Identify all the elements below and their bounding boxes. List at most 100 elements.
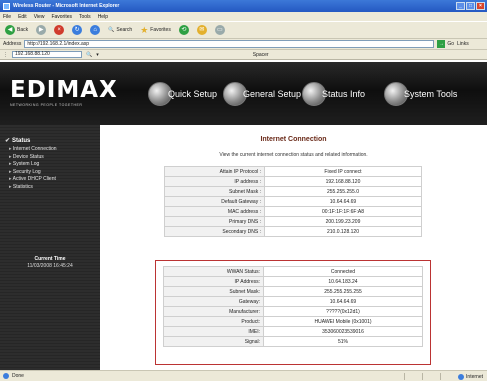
back-arrow-icon: ◀ bbox=[5, 25, 15, 35]
table-key: Secondary DNS : bbox=[164, 226, 265, 237]
table-row: IP address :192.168.88.120 bbox=[164, 176, 422, 187]
page-title: Internet Connection bbox=[260, 136, 327, 143]
go-button[interactable]: → Go bbox=[437, 40, 454, 48]
sidebar-item-active-dhcp-client[interactable]: Active DHCP Client bbox=[9, 176, 57, 184]
toolbar-grip-icon: ⋮ bbox=[3, 51, 8, 58]
nav-system-tools[interactable]: System Tools bbox=[384, 82, 457, 106]
sidebar-item-device-status[interactable]: Device Status bbox=[9, 154, 57, 162]
nav-quick-setup-label: Quick Setup bbox=[168, 89, 218, 99]
main-content: Internet Connection View the current int… bbox=[100, 125, 487, 370]
table-key: MAC address : bbox=[164, 206, 265, 217]
sidebar-title[interactable]: ✔ Status bbox=[5, 137, 30, 144]
status-zone: Internet bbox=[404, 373, 483, 380]
wwan-info-table: WWAN Status: Connected IP Address: 10.64.1… bbox=[163, 266, 423, 347]
mail-button[interactable]: ✉ bbox=[195, 23, 209, 37]
status-segment bbox=[404, 373, 420, 380]
sidebar-item-security-log[interactable]: Security Log bbox=[9, 169, 57, 177]
status-segment bbox=[440, 373, 456, 380]
table-value: ?????(0x12d1) bbox=[263, 306, 423, 317]
menu-file[interactable]: File bbox=[3, 14, 11, 20]
table-key: Subnet Mask : bbox=[164, 186, 265, 197]
toolbar-search-icon[interactable]: 🔍 bbox=[86, 52, 92, 58]
search-icon: 🔍 bbox=[108, 27, 115, 33]
sidebar-item-system-log[interactable]: System Log bbox=[9, 161, 57, 169]
menu-tools[interactable]: Tools bbox=[79, 14, 91, 20]
menu-edit[interactable]: Edit bbox=[18, 14, 27, 20]
window-controls: _ □ × bbox=[456, 2, 485, 10]
window-title: Wireless Router - Microsoft Internet Exp… bbox=[13, 3, 120, 9]
go-arrow-icon: → bbox=[437, 40, 446, 48]
current-time-label: Current Time bbox=[34, 256, 66, 262]
table-row: IMEI: 353060023539016 bbox=[163, 326, 423, 337]
menu-view[interactable]: View bbox=[34, 14, 45, 20]
table-row: Manufacturer: ?????(0x12d1) bbox=[163, 306, 423, 317]
home-button[interactable]: ⌂ bbox=[88, 23, 102, 37]
table-value: 51% bbox=[263, 336, 423, 347]
toolbar-options-icon[interactable]: ▾ bbox=[96, 52, 99, 58]
sidebar-item-statistics[interactable]: Statistics bbox=[9, 184, 57, 192]
nav-quick-setup[interactable]: Quick Setup bbox=[148, 82, 217, 106]
edimax-logo: EDIMAX bbox=[10, 77, 118, 103]
toolbar-spacer-label[interactable]: Spacer bbox=[253, 52, 269, 58]
current-time-value: 11/03/2008 16:45:24 bbox=[27, 263, 73, 269]
table-row: WWAN Status: Connected bbox=[163, 266, 423, 277]
table-key: Attain IP Protocol : bbox=[164, 166, 265, 177]
favorites-button[interactable]: ★ Favorites bbox=[138, 23, 173, 37]
stop-icon: × bbox=[54, 25, 65, 35]
address-bar: Address http://192.168.2.1/index.asp → G… bbox=[0, 39, 487, 50]
links-toolbar: ⋮ 192.168.88.120 🔍 ▾ Spacer bbox=[0, 50, 487, 60]
table-key: Manufacturer: bbox=[163, 306, 264, 317]
window-titlebar: Wireless Router - Microsoft Internet Exp… bbox=[0, 0, 487, 12]
nav-status-info[interactable]: Status Info bbox=[302, 82, 365, 106]
table-value: 353060023539016 bbox=[263, 326, 423, 337]
minimize-button[interactable]: _ bbox=[456, 2, 465, 10]
table-row: Primary DNS :200.199.23.209 bbox=[164, 216, 422, 227]
nav-general-setup-label: General Setup bbox=[243, 89, 302, 99]
star-icon: ★ bbox=[140, 24, 149, 35]
sidebar-item-internet-connection[interactable]: Internet Connection bbox=[9, 146, 57, 154]
sidebar: ✔Status Internet Connection Device Statu… bbox=[0, 125, 100, 370]
search-label: Search bbox=[116, 27, 133, 33]
router-page: EDIMAX NETWORKING PEOPLE TOGETHER Quick … bbox=[0, 62, 487, 370]
sidebar-menu: Internet Connection Device Status System… bbox=[9, 146, 57, 191]
status-text: Done bbox=[12, 373, 24, 379]
history-button[interactable]: ⟲ bbox=[177, 23, 191, 37]
back-label: Back bbox=[17, 27, 29, 33]
table-key: WWAN Status: bbox=[163, 266, 264, 277]
mail-icon: ✉ bbox=[196, 25, 207, 35]
address-input[interactable]: http://192.168.2.1/index.asp bbox=[24, 40, 435, 48]
forward-button[interactable]: ▶ bbox=[34, 23, 48, 37]
table-key: Default Gateway : bbox=[164, 196, 265, 207]
menu-bar: File Edit View Favorites Tools Help bbox=[0, 12, 487, 21]
nav-general-setup[interactable]: General Setup bbox=[223, 82, 301, 106]
table-value: 210.0.128.120 bbox=[264, 226, 422, 237]
page-status-icon bbox=[3, 373, 9, 379]
ie-icon bbox=[3, 2, 10, 10]
home-icon: ⌂ bbox=[90, 25, 101, 35]
stop-button[interactable]: × bbox=[52, 23, 66, 37]
search-button[interactable]: 🔍 Search bbox=[106, 23, 134, 37]
table-key: Primary DNS : bbox=[164, 216, 265, 227]
table-value: 192.168.88.120 bbox=[264, 176, 422, 187]
table-value: HUAWEI Mobile (0x1001) bbox=[263, 316, 423, 327]
menu-help[interactable]: Help bbox=[98, 14, 108, 20]
back-button[interactable]: ◀ Back bbox=[3, 23, 30, 37]
close-button[interactable]: × bbox=[476, 2, 485, 10]
table-row: Product: HUAWEI Mobile (0x1001) bbox=[163, 316, 423, 327]
forward-arrow-icon: ▶ bbox=[36, 25, 47, 35]
links-search-input[interactable]: 192.168.88.120 bbox=[12, 51, 82, 58]
nav-system-tools-label: System Tools bbox=[404, 89, 458, 99]
refresh-button[interactable]: ↻ bbox=[70, 23, 84, 37]
table-row: Signal: 51% bbox=[163, 336, 423, 347]
table-key: Gateway: bbox=[163, 296, 264, 307]
nav-status-info-label: Status Info bbox=[322, 89, 366, 99]
menu-favorites[interactable]: Favorites bbox=[51, 14, 72, 20]
print-button[interactable]: ▭ bbox=[213, 23, 227, 37]
links-label[interactable]: Links bbox=[457, 41, 469, 47]
table-row: Attain IP Protocol : Fixed IP connect bbox=[164, 166, 422, 177]
address-label: Address bbox=[3, 41, 22, 47]
table-key: IMEI: bbox=[163, 326, 264, 337]
status-segment bbox=[422, 373, 438, 380]
maximize-button[interactable]: □ bbox=[466, 2, 475, 10]
table-value: Connected bbox=[263, 266, 423, 277]
